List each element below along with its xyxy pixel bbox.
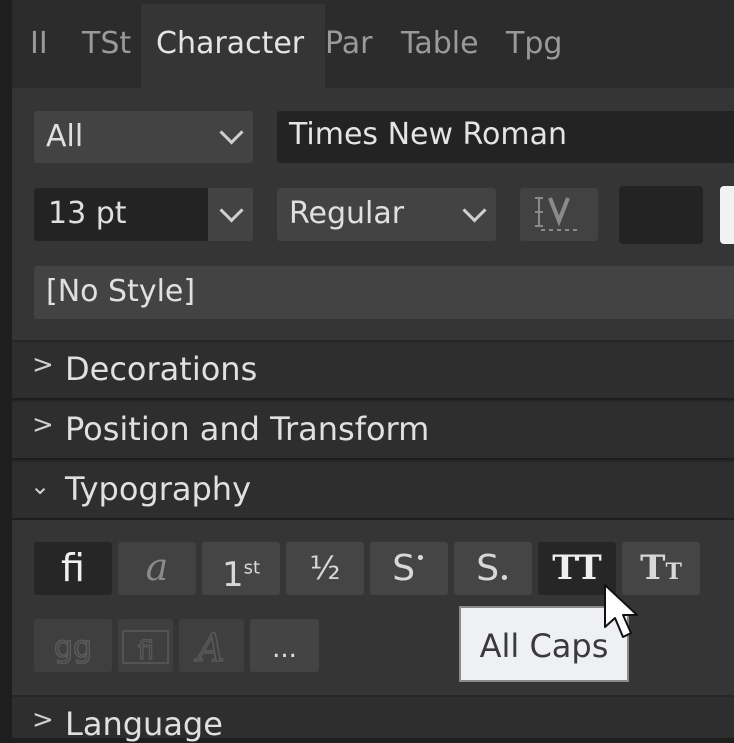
section-typography[interactable]: ⌄ Typography [12,460,734,518]
character-style-dropdown[interactable]: [No Style] [34,266,734,319]
chevron-down-icon: ⌄ [30,472,51,500]
superscript-icon: S• [392,548,426,589]
tab-table[interactable]: Table [401,4,479,88]
left-edge [0,0,12,738]
subscript-icon: S• [476,548,510,589]
tab-typography[interactable]: Tpg [506,4,562,88]
fractions-glyph: ½ [309,549,341,587]
swash-icon: A [194,625,226,671]
discretionary-ligatures-button[interactable]: gg [34,619,112,672]
tab-paragraph[interactable]: Par [325,4,372,88]
highlight-color-swatch[interactable] [720,186,734,244]
chevron-down-icon [462,198,487,223]
text-color-swatch[interactable] [619,186,703,244]
superscript-button[interactable]: S• [370,542,448,595]
optical-kerning-button[interactable] [520,188,598,241]
language-scope-value: All [46,119,84,154]
font-style-value: Regular [289,196,405,231]
all-caps-glyph: TT [552,548,602,588]
stylistic-alternates-button[interactable]: a [118,542,196,595]
chevron-down-icon[interactable] [219,198,244,223]
chevron-right-icon: > [32,410,54,440]
kerning-icon [535,197,577,231]
tab-grip[interactable]: II [30,4,48,88]
section-language[interactable]: > Language [12,695,734,743]
fractions-button[interactable]: ½ [286,542,364,595]
swash-button[interactable]: A [179,619,244,672]
ordinals-button[interactable]: 1st [202,542,280,595]
alternate-glyph: a [145,545,169,589]
section-position-transform[interactable]: > Position and Transform [12,400,734,458]
tab-character[interactable]: Character [141,4,325,88]
more-options-button[interactable]: ... [250,619,319,672]
svg-text:fi: fi [138,636,154,666]
svg-text:A: A [194,626,224,670]
ordinals-icon: 1st [221,555,261,596]
character-style-value: [No Style] [46,274,196,309]
gg-ligature-icon: gg [53,629,93,666]
section-decorations[interactable]: > Decorations [12,340,734,398]
more-label: ... [272,634,297,664]
font-size-value: 13 pt [48,196,127,231]
font-family-value: Times New Roman [289,117,568,152]
small-caps-icon: TT [640,548,682,588]
section-label: Language [65,705,223,743]
section-label: Typography [65,470,251,508]
tab-text-styles[interactable]: TSt [82,4,131,88]
subscript-button[interactable]: S• [454,542,532,595]
section-label: Position and Transform [65,410,430,448]
panel-tab-bar: II TSt Character Par Table Tpg [12,0,734,88]
ligature-box-button[interactable]: fi [118,619,173,672]
ligature-glyph: fi [61,546,85,590]
section-label: Decorations [65,350,258,388]
cursor-icon [604,584,638,638]
svg-text:gg: gg [54,630,92,665]
chevron-right-icon: > [32,350,54,380]
font-family-field[interactable]: Times New Roman [277,111,734,163]
chevron-right-icon: > [32,705,54,735]
chevron-down-icon [219,120,244,145]
ligatures-button[interactable]: fi [34,542,112,595]
fi-ligature-icon: fi [122,630,169,667]
font-size-combo[interactable]: 13 pt [34,188,253,241]
font-style-dropdown[interactable]: Regular [277,188,496,241]
language-scope-dropdown[interactable]: All [34,111,253,163]
font-size-input[interactable]: 13 pt [34,188,208,241]
